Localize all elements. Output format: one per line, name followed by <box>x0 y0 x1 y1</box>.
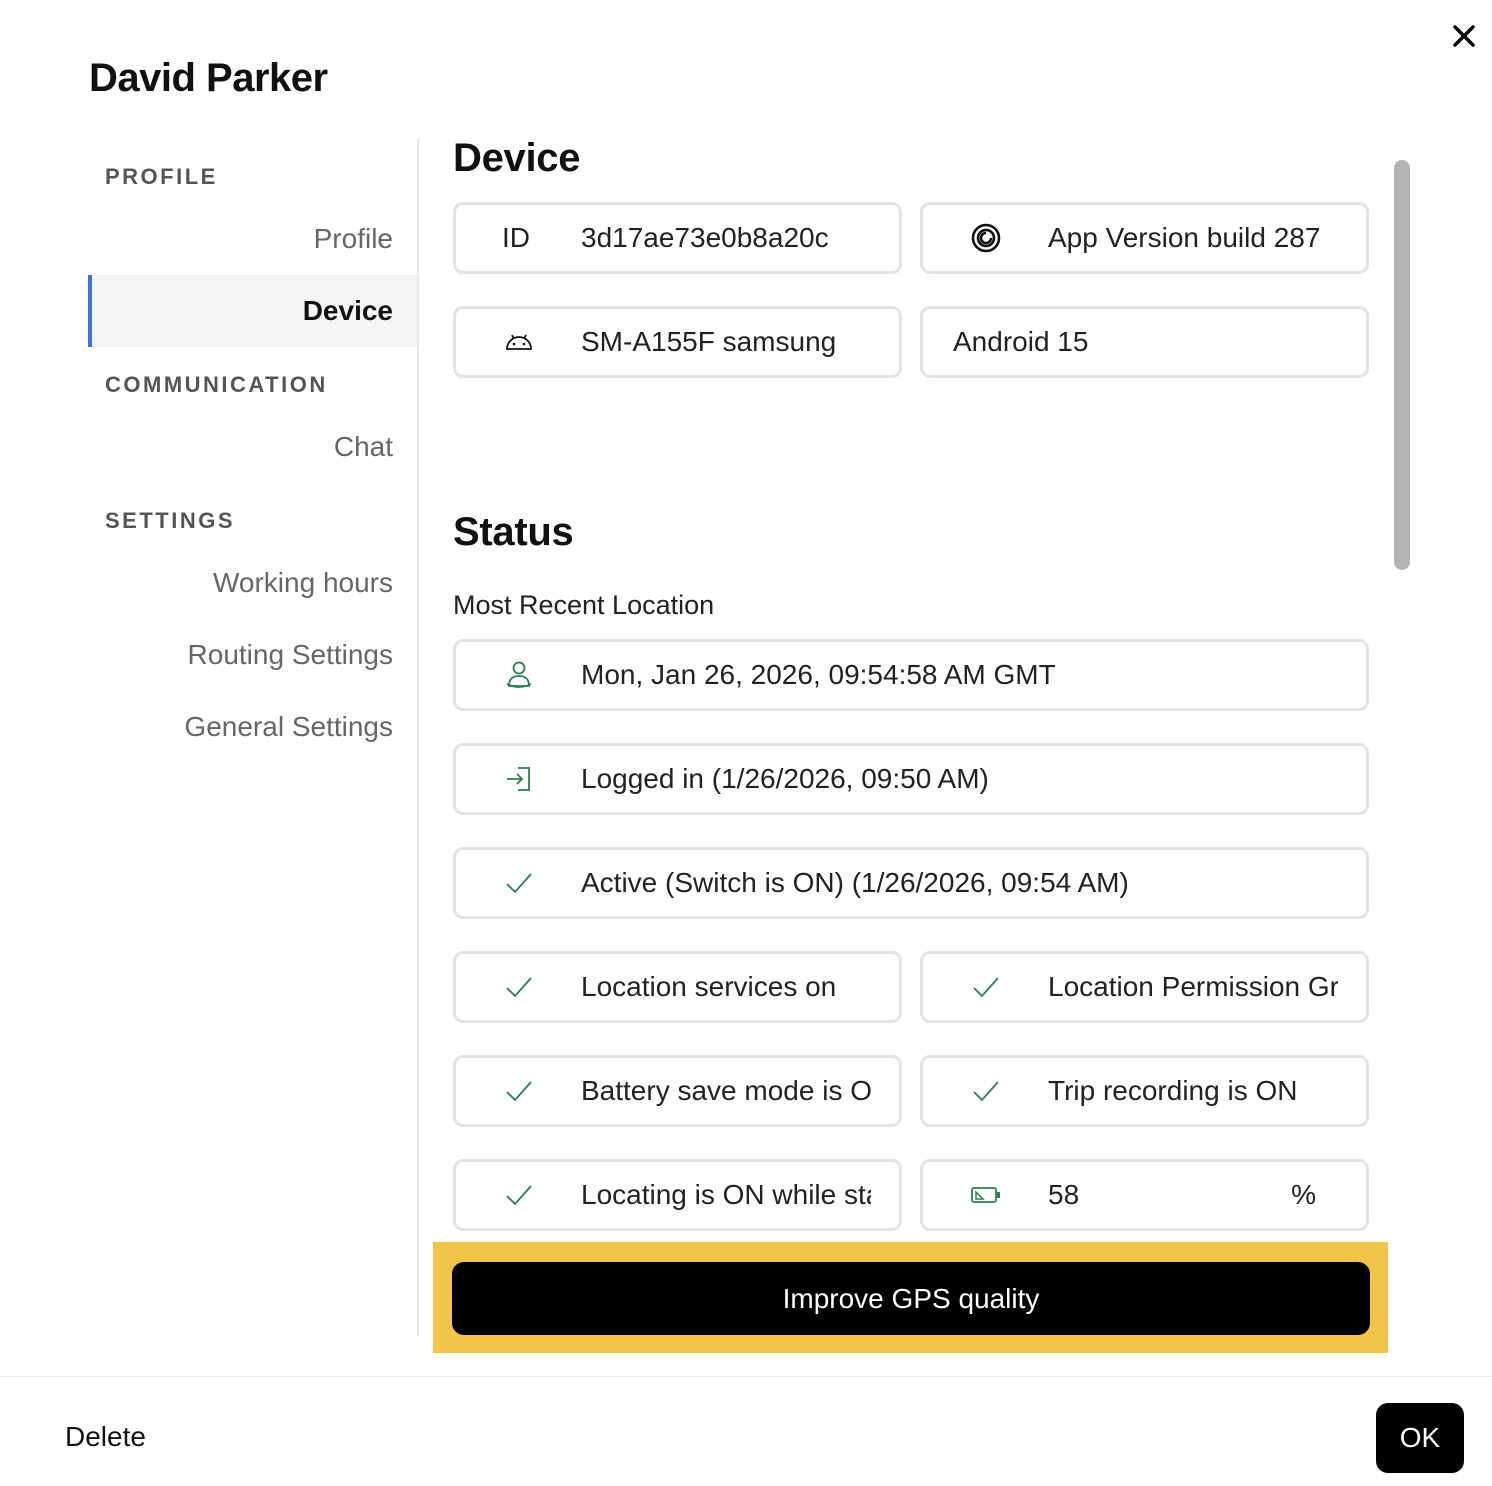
logged-in-text: Logged in (1/26/2026, 09:50 AM) <box>581 763 989 794</box>
sidebar-item-profile[interactable]: Profile <box>88 203 417 275</box>
sidebar-item-chat[interactable]: Chat <box>88 411 417 483</box>
delete-button[interactable]: Delete <box>65 1421 146 1453</box>
battery-level-unit: % <box>1291 1179 1316 1210</box>
locating-still-text: Locating is ON while standing still <box>581 1179 871 1210</box>
location-permission-card: Location Permission Granted <box>920 951 1369 1023</box>
location-services-card: Location services on <box>453 951 902 1023</box>
last-location-card: Mon, Jan 26, 2026, 09:54:58 AM GMT <box>453 639 1369 711</box>
sidebar-item-device[interactable]: Device <box>88 275 417 347</box>
app-version-text: App Version build 287 <box>1048 222 1321 253</box>
logged-in-card: Logged in (1/26/2026, 09:50 AM) <box>453 743 1369 815</box>
most-recent-location-label: Most Recent Location <box>453 590 715 620</box>
battery-save-card: Battery save mode is OFF <box>453 1055 902 1127</box>
sidebar-item-working-hours[interactable]: Working hours <box>88 547 417 619</box>
check-icon <box>502 1178 536 1212</box>
sidebar-section-settings: SETTINGS <box>105 508 236 533</box>
trip-recording-card: Trip recording is ON <box>920 1055 1369 1127</box>
sidebar-item-general-settings[interactable]: General Settings <box>88 691 417 763</box>
sidebar-section-communication: COMMUNICATION <box>105 372 328 397</box>
location-services-text: Location services on <box>581 971 837 1002</box>
os-version-card: Android 15 <box>920 306 1369 378</box>
battery-icon <box>969 1178 1003 1212</box>
android-icon <box>502 325 536 359</box>
close-button[interactable] <box>1446 18 1482 54</box>
last-location-text: Mon, Jan 26, 2026, 09:54:58 AM GMT <box>581 659 1056 690</box>
app-version-card: App Version build 287 <box>920 202 1369 274</box>
device-model-card: SM-A155F samsung <box>453 306 902 378</box>
status-heading: Status <box>453 510 574 554</box>
check-icon <box>969 970 1003 1004</box>
active-status-text: Active (Switch is ON) (1/26/2026, 09:54 … <box>581 867 1129 898</box>
device-id-card: ID 3d17ae73e0b8a20c <box>453 202 902 274</box>
battery-save-text: Battery save mode is OFF <box>581 1075 871 1106</box>
sidebar-nav: PROFILE Profile Device COMMUNICATION Cha… <box>88 138 419 1336</box>
check-icon <box>969 1074 1003 1108</box>
close-icon <box>1453 25 1475 47</box>
battery-level-card: 58 % <box>920 1159 1369 1231</box>
device-id-value: 3d17ae73e0b8a20c <box>581 222 829 253</box>
trip-recording-text: Trip recording is ON <box>1048 1075 1298 1106</box>
location-permission-text: Location Permission Granted <box>1048 971 1338 1002</box>
content-scrollbar[interactable] <box>1394 160 1410 570</box>
improve-gps-highlight: Improve GPS quality <box>433 1242 1388 1353</box>
dialog-footer: Delete OK <box>0 1376 1492 1486</box>
device-id-label: ID <box>502 222 530 253</box>
check-icon <box>502 866 536 900</box>
check-icon <box>502 970 536 1004</box>
device-model-text: SM-A155F samsung <box>581 326 837 357</box>
battery-level-value: 58 <box>1048 1179 1080 1210</box>
improve-gps-button[interactable]: Improve GPS quality <box>452 1262 1370 1335</box>
locating-still-card: Locating is ON while standing still <box>453 1159 902 1231</box>
login-icon <box>502 762 536 796</box>
ok-button[interactable]: OK <box>1376 1403 1464 1473</box>
os-version-text: Android 15 <box>953 326 1089 357</box>
check-icon <box>502 1074 536 1108</box>
person-location-icon <box>502 658 536 692</box>
dialog-title: David Parker <box>89 56 328 100</box>
sidebar-item-routing-settings[interactable]: Routing Settings <box>88 619 417 691</box>
sidebar-section-profile: PROFILE <box>105 164 218 189</box>
app-logo-icon <box>969 221 1003 255</box>
active-status-card: Active (Switch is ON) (1/26/2026, 09:54 … <box>453 847 1369 919</box>
device-heading: Device <box>453 136 581 180</box>
